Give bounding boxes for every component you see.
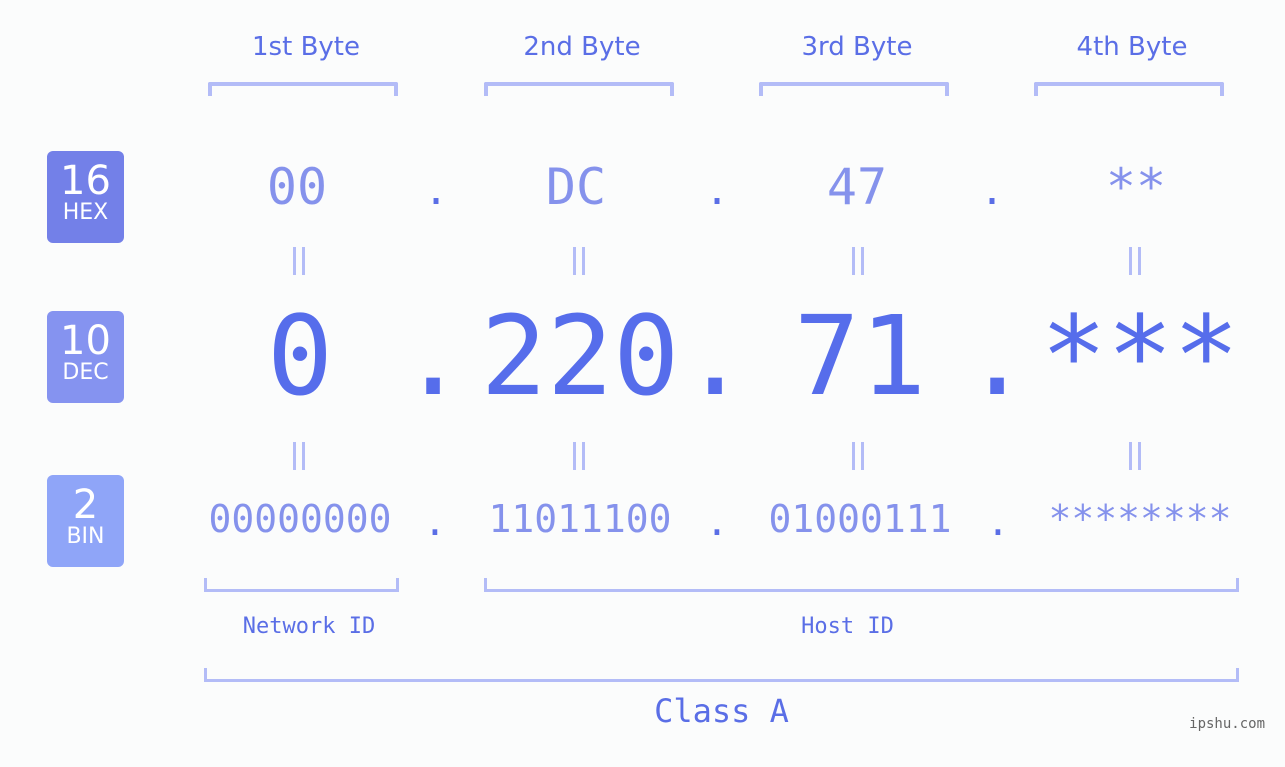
dec-byte-2: 220 — [480, 292, 680, 420]
bin-byte-4: ******** — [1048, 497, 1232, 541]
watermark: ipshu.com — [1189, 716, 1265, 732]
equals-icon — [289, 247, 309, 275]
bin-badge-label: BIN — [66, 524, 105, 549]
dec-byte-1: 0 — [266, 292, 334, 420]
equals-icon — [569, 247, 589, 275]
dec-badge: 10 DEC — [47, 311, 124, 403]
bin-dot-3: . — [986, 500, 1010, 544]
dec-badge-label: DEC — [62, 360, 109, 385]
bin-badge: 2 BIN — [47, 475, 124, 567]
hex-byte-1: 00 — [266, 158, 328, 216]
hex-badge: 16 HEX — [47, 151, 124, 243]
dec-dot-3: . — [964, 292, 1031, 420]
network-id-bracket — [204, 578, 399, 592]
byte-header-1: 1st Byte — [252, 32, 360, 62]
bin-dot-2: . — [705, 500, 729, 544]
byte-bracket-3 — [759, 82, 949, 96]
byte-bracket-1 — [208, 82, 398, 96]
class-label: Class A — [654, 692, 789, 730]
equals-icon — [848, 247, 868, 275]
hex-byte-3: 47 — [826, 158, 888, 216]
dec-dot-2: . — [682, 292, 749, 420]
equals-icon — [289, 442, 309, 470]
dec-byte-3: 71 — [793, 292, 927, 420]
equals-icon — [569, 442, 589, 470]
bin-dot-1: . — [423, 500, 447, 544]
hex-badge-number: 16 — [60, 158, 111, 204]
hex-dot-3: . — [979, 168, 1005, 214]
dec-badge-number: 10 — [60, 318, 111, 364]
equals-icon — [1125, 442, 1145, 470]
class-bracket — [204, 668, 1239, 682]
hex-byte-2: DC — [545, 158, 607, 216]
bin-badge-number: 2 — [72, 482, 99, 528]
equals-icon — [848, 442, 868, 470]
hex-dot-2: . — [704, 168, 730, 214]
byte-header-2: 2nd Byte — [523, 32, 641, 62]
bin-byte-3: 01000111 — [768, 497, 952, 541]
equals-icon — [1125, 247, 1145, 275]
host-id-label: Host ID — [801, 614, 894, 639]
dec-dot-1: . — [400, 292, 467, 420]
hex-byte-4: ** — [1105, 158, 1167, 216]
dec-byte-4: *** — [1040, 292, 1240, 420]
byte-bracket-2 — [484, 82, 674, 96]
host-id-bracket — [484, 578, 1239, 592]
byte-bracket-4 — [1034, 82, 1224, 96]
bin-byte-1: 00000000 — [208, 497, 392, 541]
hex-badge-label: HEX — [62, 200, 109, 225]
bin-byte-2: 11011100 — [488, 497, 672, 541]
network-id-label: Network ID — [242, 614, 376, 639]
byte-header-3: 3rd Byte — [801, 32, 913, 62]
hex-dot-1: . — [423, 168, 449, 214]
byte-header-4: 4th Byte — [1076, 32, 1188, 62]
